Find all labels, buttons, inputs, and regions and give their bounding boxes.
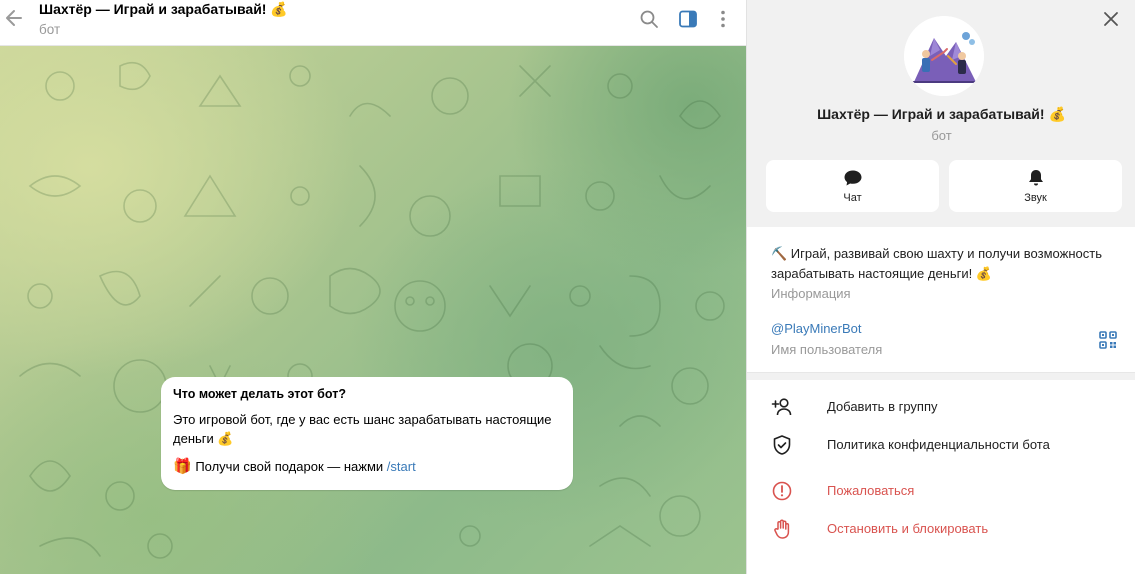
bot-username[interactable]: @PlayMinerBot (771, 321, 862, 336)
search-button[interactable] (638, 8, 660, 30)
sound-button[interactable]: Звук (949, 160, 1122, 212)
bot-description-message: Что может делать этот бот? Это игровой б… (161, 377, 573, 490)
stop-block-item[interactable]: Остановить и блокировать (747, 511, 1135, 547)
close-panel-button[interactable] (1101, 9, 1121, 29)
report-label: Пожаловаться (827, 483, 915, 498)
qr-code-button[interactable] (1099, 331, 1117, 349)
more-vertical-icon (721, 10, 725, 28)
bot-type: бот (931, 128, 952, 143)
chat-subtitle: бот (39, 22, 61, 37)
add-to-group-item[interactable]: Добавить в группу (747, 389, 1135, 425)
search-icon (640, 10, 658, 28)
chat-background: Что может делать этот бот? Это игровой б… (0, 46, 746, 574)
message-text: Это игровой бот, где у вас есть шанс зар… (173, 412, 552, 446)
chat-header: Шахтёр — Играй и зарабатывай! 💰 бот (0, 0, 746, 46)
gift-emoji: 🎁 (173, 458, 192, 475)
arrow-left-icon (6, 10, 22, 26)
message-gift-line: 🎁 Получи свой подарок — нажми /start (173, 457, 561, 475)
chat-button-label: Чат (843, 192, 862, 204)
info-card: ⛏️ Играй, развивай свою шахту и получи в… (747, 227, 1135, 373)
side-panel-button[interactable] (677, 8, 699, 30)
bot-info-panel: Шахтёр — Играй и зарабатывай! 💰 бот Чат … (746, 0, 1135, 574)
shield-check-icon (773, 435, 791, 455)
stop-block-label: Остановить и блокировать (827, 521, 989, 536)
doodle-pattern (19, 61, 725, 559)
username-label: Имя пользователя (771, 342, 883, 357)
chat-title[interactable]: Шахтёр — Играй и зарабатывай! 💰 (39, 1, 288, 18)
add-to-group-label: Добавить в группу (827, 399, 938, 414)
chat-area: Шахтёр — Играй и зарабатывай! 💰 бот Что … (0, 0, 746, 574)
more-menu-button[interactable] (712, 8, 734, 30)
avatar[interactable] (904, 16, 984, 96)
sound-button-label: Звук (1024, 192, 1047, 204)
bell-icon (1029, 170, 1043, 186)
alert-circle-icon (772, 481, 792, 501)
privacy-policy-label: Политика конфиденциальности бота (827, 437, 1050, 452)
miners-avatar-image (904, 16, 984, 96)
actions-menu: Добавить в группу Политика конфиденциаль… (747, 380, 1135, 574)
hand-stop-icon (774, 519, 790, 539)
add-user-icon (771, 398, 792, 416)
bot-about-text: ⛏️ Играй, развивай свою шахту и получи в… (771, 246, 1102, 281)
chat-bubble-icon (844, 170, 862, 186)
qr-code-icon (1099, 331, 1117, 349)
about-label: Информация (771, 286, 851, 301)
close-icon (1104, 12, 1118, 26)
back-button[interactable] (4, 7, 24, 29)
message-title: Что может делать этот бот? (173, 387, 346, 401)
privacy-policy-item[interactable]: Политика конфиденциальности бота (747, 427, 1135, 463)
chat-button[interactable]: Чат (766, 160, 939, 212)
sidebar-toggle-icon (679, 10, 697, 28)
bot-name: Шахтёр — Играй и зарабатывай! 💰 (817, 106, 1066, 122)
start-command-link[interactable]: /start (387, 459, 416, 474)
report-item[interactable]: Пожаловаться (747, 473, 1135, 509)
gift-text: Получи свой подарок — нажми (195, 459, 387, 474)
